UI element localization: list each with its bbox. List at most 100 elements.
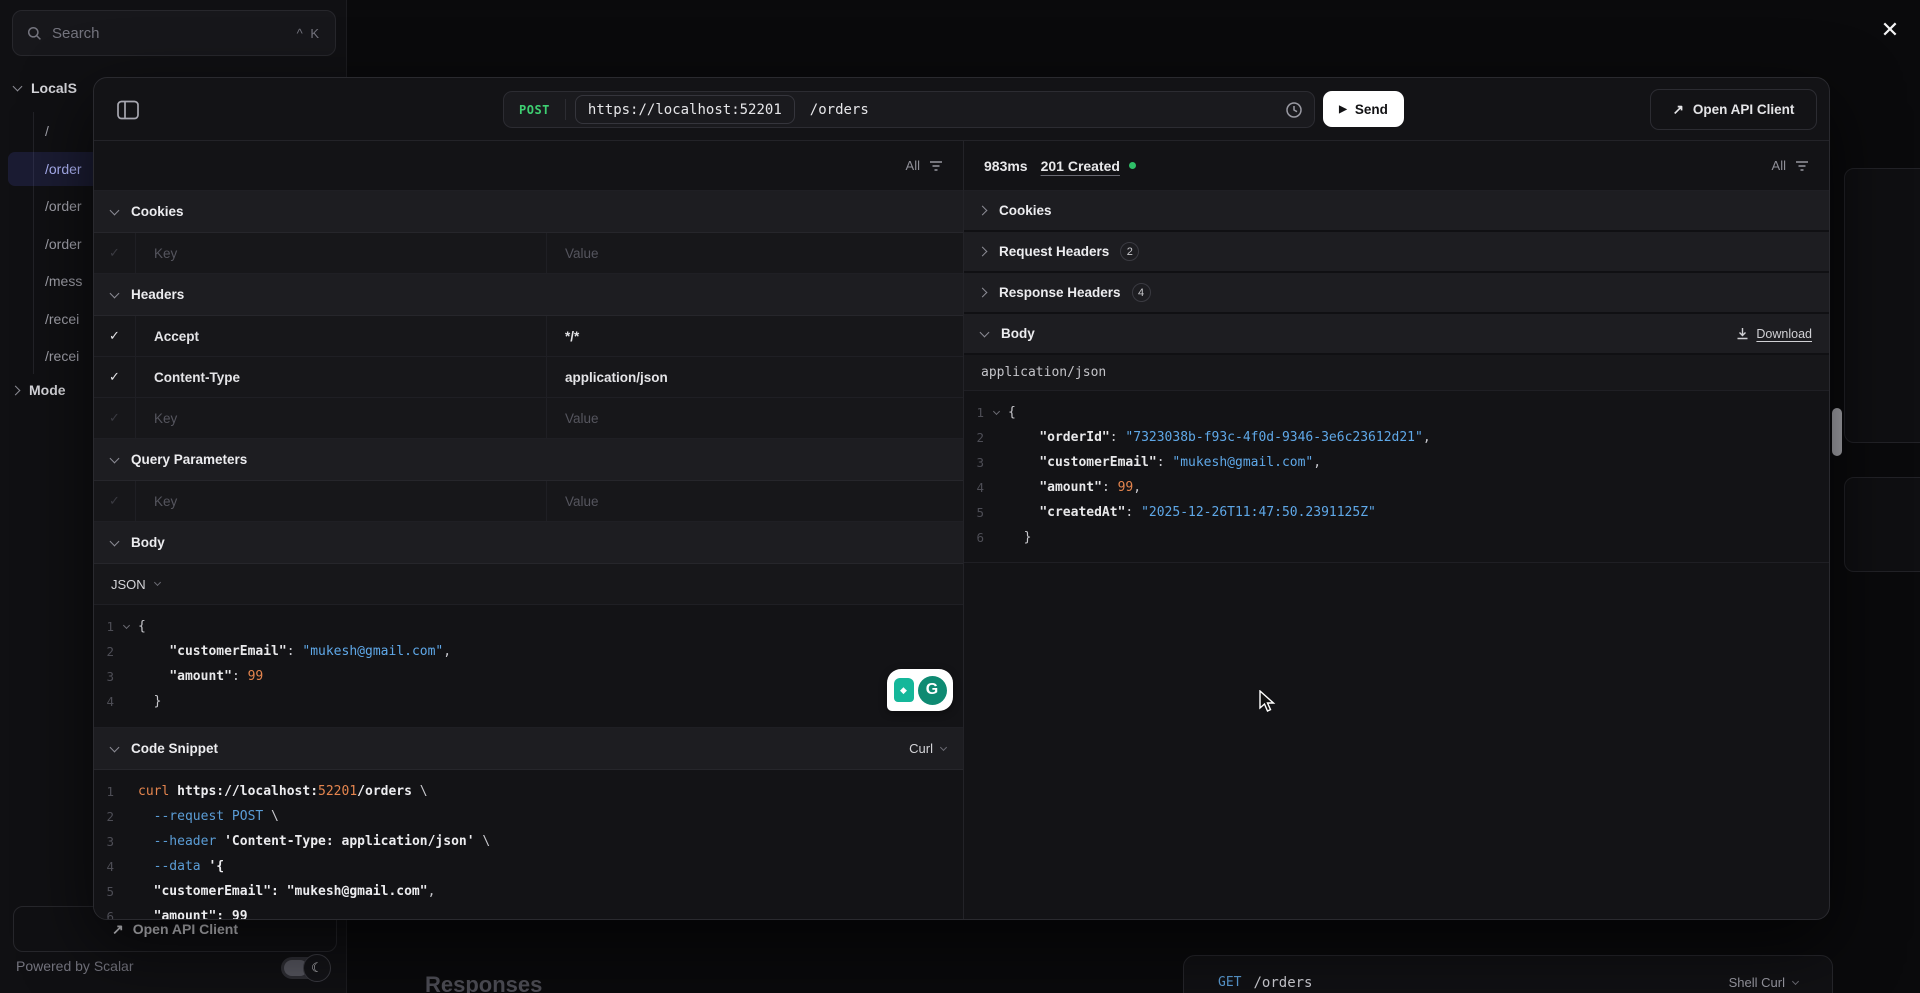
body-format-select[interactable]: JSON (94, 564, 963, 605)
code-token: "createdAt" (1039, 505, 1125, 520)
path-field[interactable]: /orders (810, 102, 1285, 118)
code-token: 52201 (318, 784, 357, 799)
section-body[interactable]: Body (94, 522, 963, 564)
row-check-icon[interactable]: ✓ (94, 357, 136, 397)
code-token (138, 809, 154, 824)
row-check-icon[interactable]: ✓ (94, 481, 136, 521)
chevron-down-icon (122, 621, 129, 628)
search-input[interactable]: Search ^ K (12, 10, 336, 56)
row-key-field[interactable]: Key (136, 233, 546, 273)
code-token (138, 644, 169, 659)
send-button[interactable]: ▶ Send (1323, 91, 1404, 127)
row-check-icon[interactable]: ✓ (94, 398, 136, 438)
sidebar-toggle-icon[interactable] (116, 98, 140, 122)
status-dot-icon (1129, 162, 1136, 169)
code-line: 5 "createdAt": "2025-12-26T11:47:50.2391… (964, 500, 1829, 525)
key-placeholder: Key (154, 246, 177, 261)
response-status-badge[interactable]: 201 Created (1041, 158, 1120, 174)
count-badge: 4 (1132, 283, 1151, 302)
code-token (138, 669, 169, 684)
row-check-icon[interactable]: ✓ (94, 233, 136, 273)
code-token: , (1313, 455, 1321, 470)
fold-chevron-icon[interactable] (984, 412, 1008, 414)
response-section-response-headers[interactable]: Response Headers4 (964, 273, 1829, 314)
code-text: "customerEmail": "mukesh@gmail.com", (138, 644, 451, 659)
tree-item-label: /order (45, 236, 82, 252)
code-line: 2 "customerEmail": "mukesh@gmail.com", (94, 639, 963, 664)
row-key-field[interactable]: Key (136, 481, 546, 521)
code-text: } (1008, 530, 1031, 545)
row-check-icon[interactable]: ✓ (94, 316, 136, 356)
section-query-parameters[interactable]: Query Parameters (94, 439, 963, 481)
close-icon[interactable]: ✕ (1874, 14, 1906, 46)
table-row: ✓KeyValue (94, 481, 963, 522)
code-line: 4 } (94, 689, 963, 714)
client-select[interactable]: Shell Curl (1729, 975, 1798, 990)
row-key-field[interactable]: Accept (136, 316, 546, 356)
value-placeholder: Value (565, 246, 599, 261)
row-value-field[interactable]: Value (546, 233, 963, 273)
line-number: 1 (964, 405, 984, 420)
sidebar-item-localserver[interactable]: LocalS (14, 80, 77, 96)
open-api-client-button[interactable]: ↗ Open API Client (1650, 89, 1817, 130)
sidebar-item-models[interactable]: Mode (14, 382, 66, 398)
external-arrow-icon: ↗ (1673, 102, 1684, 118)
row-key-field[interactable]: Content-Type (136, 357, 546, 397)
code-text: --request POST \ (138, 809, 279, 824)
request-filter-row: All (94, 141, 963, 191)
response-section-cookies[interactable]: Cookies (964, 191, 1829, 232)
line-number: 3 (94, 669, 114, 684)
section-headers[interactable]: Headers (94, 274, 963, 316)
code-token: "mukesh@gmail.com" (1172, 455, 1313, 470)
row-value-field[interactable]: */* (546, 316, 963, 356)
response-panel: 983ms 201 Created All CookiesRequest Hea… (964, 141, 1829, 919)
address-divider (565, 99, 566, 120)
code-line: 1curl https://localhost:52201/orders \ (94, 779, 963, 804)
code-token (1008, 430, 1039, 445)
models-label: Mode (29, 382, 66, 398)
page-scrollbar-thumb[interactable] (1832, 408, 1842, 456)
tree-item-label: /order (45, 161, 82, 177)
row-key-field[interactable]: Key (136, 398, 546, 438)
filter-icon[interactable] (1795, 160, 1809, 172)
code-token: curl (138, 784, 169, 799)
code-token: --request POST (154, 809, 264, 824)
snippet-language-select[interactable]: Curl (909, 741, 946, 756)
response-body-editor[interactable]: 1{2 "orderId": "7323038b-f93c-4f0d-9346-… (964, 391, 1829, 563)
section-cookies[interactable]: Cookies (94, 191, 963, 233)
grammarly-widget[interactable]: ◆ G (887, 669, 953, 711)
line-number: 4 (964, 480, 984, 495)
row-value-field[interactable]: application/json (546, 357, 963, 397)
base-url-field[interactable]: https://localhost:52201 (575, 95, 795, 124)
code-token: , (1133, 480, 1141, 495)
response-filter-label[interactable]: All (1772, 158, 1786, 173)
section-snippet-label: Code Snippet (131, 741, 218, 756)
value-placeholder: Value (565, 411, 599, 426)
chevron-down-icon (940, 743, 947, 750)
code-token: , (428, 884, 436, 899)
request-body-editor[interactable]: 1{2 "customerEmail": "mukesh@gmail.com",… (94, 605, 963, 728)
dark-mode-toggle[interactable]: ☾ (281, 957, 327, 979)
response-section-request-headers[interactable]: Request Headers2 (964, 232, 1829, 273)
chevron-right-icon (978, 247, 988, 257)
powered-by-scalar-label: Powered by Scalar (16, 958, 134, 974)
code-snippet-editor[interactable]: 1curl https://localhost:52201/orders \2 … (94, 770, 963, 920)
section-code-snippet[interactable]: Code Snippet Curl (94, 728, 963, 770)
row-value-field[interactable]: Value (546, 481, 963, 521)
history-icon[interactable] (1285, 101, 1303, 119)
response-section-body[interactable]: BodyDownload (964, 314, 1829, 355)
line-number: 6 (964, 530, 984, 545)
code-line: 3 "amount": 99 (94, 664, 963, 689)
code-text: { (138, 619, 146, 634)
code-text: --data '{ (138, 859, 224, 874)
row-value-field[interactable]: Value (546, 398, 963, 438)
request-filter-label[interactable]: All (906, 158, 920, 173)
fold-chevron-icon[interactable] (114, 626, 138, 628)
response-duration: 983ms (984, 158, 1028, 174)
code-token: "2025-12-26T11:47:50.2391125Z" (1141, 505, 1376, 520)
download-link[interactable]: Download (1736, 327, 1812, 341)
filter-icon[interactable] (929, 160, 943, 172)
code-text: "customerEmail": "mukesh@gmail.com", (138, 884, 435, 899)
count-badge: 2 (1120, 242, 1139, 261)
snippet-language-label: Curl (909, 741, 933, 756)
